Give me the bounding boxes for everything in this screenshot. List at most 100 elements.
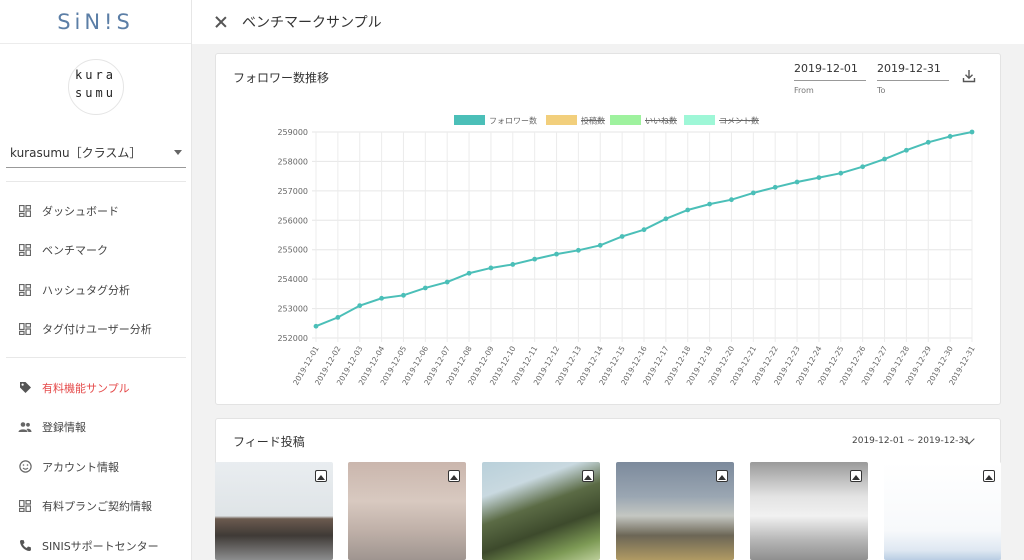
sidebar-item-dashboard[interactable]: ダッシュボード [0, 191, 192, 231]
data-point [379, 295, 384, 301]
feed-thumbnail-5[interactable] [750, 462, 868, 560]
legend-swatch [684, 115, 715, 125]
y-tick-label: 258000 [277, 157, 308, 166]
legend-item: 投稿数 [546, 115, 605, 126]
account-select-value: kurasumu［クラスム］ [10, 146, 142, 160]
to-date-input[interactable]: 2019-12-31 [877, 62, 949, 81]
dashboard-icon [18, 322, 32, 336]
sidebar-item-label: ベンチマーク [42, 244, 108, 258]
data-point [357, 303, 363, 309]
y-tick-label: 255000 [277, 246, 308, 255]
y-tick-label: 254000 [277, 275, 308, 284]
y-tick-label: 253000 [277, 305, 308, 314]
sidebar-item-label: 有料プランご契約情報 [42, 500, 152, 514]
sidebar-item-label: ダッシュボード [42, 204, 119, 218]
close-icon[interactable] [214, 15, 228, 29]
image-icon [448, 470, 460, 482]
data-point [444, 279, 450, 285]
follower-chart-card: フォロワー数推移 2019-12-01 From 2019-12-31 To フ… [215, 53, 1001, 405]
dashboard-icon [18, 243, 32, 257]
data-point [816, 175, 822, 181]
data-point [838, 170, 844, 176]
data-point [904, 147, 909, 153]
sidebar: SiN!S kura sumu kurasumu［クラスム］ ダッシュボード ベ… [0, 0, 192, 560]
download-icon[interactable] [962, 69, 976, 83]
image-icon [716, 470, 728, 482]
data-point [969, 129, 975, 135]
dashboard-icon [18, 499, 32, 513]
data-point [510, 262, 516, 267]
feed-thumbnail-2[interactable] [348, 462, 466, 560]
avatar: kura sumu [67, 59, 124, 115]
data-point [663, 216, 669, 222]
sidebar-item-benchmark[interactable]: ベンチマーク [0, 231, 192, 271]
data-point [488, 265, 494, 271]
data-point [532, 256, 538, 262]
data-point [882, 156, 887, 162]
legend-swatch [546, 115, 577, 125]
to-date-label: To [877, 86, 886, 95]
sidebar-item-hashtag[interactable]: ハッシュタグ分析 [0, 270, 192, 310]
sidebar-item-account-info[interactable]: アカウント情報 [0, 447, 192, 487]
legend-label: フォロワー数 [489, 116, 537, 126]
data-point [335, 315, 341, 320]
sidebar-item-registration[interactable]: 登録情報 [0, 408, 192, 448]
feed-thumbnail-6[interactable] [884, 462, 1001, 560]
sidebar-item-label: SINISサポートセンター [42, 539, 159, 553]
phone-icon [18, 539, 32, 553]
avatar-line-1: kura [75, 68, 116, 82]
feed-thumbnail-1[interactable] [215, 462, 333, 560]
sidebar-item-support[interactable]: SINISサポートセンター [0, 526, 192, 560]
app: SiN!S kura sumu kurasumu［クラスム］ ダッシュボード ベ… [0, 0, 1024, 560]
avatar-line-2: sumu [75, 86, 116, 100]
dashboard-icon [18, 204, 32, 218]
legend-swatch [454, 115, 485, 125]
data-point [313, 323, 319, 329]
data-point [750, 190, 756, 196]
app-logo[interactable]: SiN!S [0, 0, 191, 44]
data-point [641, 227, 647, 233]
data-point [554, 251, 559, 257]
to-date-field[interactable]: 2019-12-31 To [877, 62, 949, 95]
image-icon [315, 470, 327, 482]
sidebar-item-label: 有料機能サンプル [42, 381, 130, 395]
account-avatar-area: kura sumu [0, 44, 191, 130]
sidebar-item-label: アカウント情報 [42, 460, 119, 474]
caret-down-icon [174, 150, 182, 155]
data-point [619, 234, 625, 239]
page-title: ベンチマークサンプル [242, 15, 382, 31]
feed-card-title: フィード投稿 [233, 435, 305, 449]
legend-item: コメント数 [684, 115, 759, 126]
from-date-field[interactable]: 2019-12-01 From [794, 62, 866, 95]
legend-item: いいね数 [610, 115, 677, 126]
legend-item: フォロワー数 [454, 115, 537, 126]
sidebar-item-plan-contract[interactable]: 有料プランご契約情報 [0, 487, 192, 527]
y-tick-label: 256000 [277, 216, 308, 225]
data-point [860, 164, 866, 170]
feed-thumbnail-3[interactable] [482, 462, 600, 560]
from-date-label: From [794, 86, 814, 95]
data-point [576, 247, 581, 253]
sidebar-item-tagged-users[interactable]: タグ付けユーザー分析 [0, 310, 192, 350]
account-select[interactable]: kurasumu［クラスム］ [6, 138, 186, 168]
data-point [466, 270, 472, 276]
sidebar-item-label: 登録情報 [42, 421, 86, 435]
tag-icon [18, 381, 32, 395]
sidebar-item-label: タグ付けユーザー分析 [42, 323, 152, 337]
from-date-input[interactable]: 2019-12-01 [794, 62, 866, 81]
data-point [685, 207, 691, 213]
image-icon [582, 470, 594, 482]
sidebar-divider [6, 181, 186, 182]
y-tick-label: 259000 [277, 128, 308, 137]
sidebar-item-paid-sample[interactable]: 有料機能サンプル [0, 368, 192, 408]
feed-date-range[interactable]: 2019-12-01 ~ 2019-12-31 [852, 436, 970, 446]
chart-x-axis: 2019-12-012019-12-022019-12-032019-12-04… [291, 344, 977, 386]
data-point [925, 139, 931, 145]
data-point [707, 201, 712, 207]
follower-card-title: フォロワー数推移 [233, 71, 330, 85]
sidebar-divider [6, 357, 186, 358]
data-point [794, 179, 800, 185]
sidebar-nav-main: ダッシュボード ベンチマーク ハッシュタグ分析 タグ付けユーザー分析 [0, 191, 192, 349]
feed-thumbnail-4[interactable] [616, 462, 734, 560]
data-point [729, 197, 734, 203]
